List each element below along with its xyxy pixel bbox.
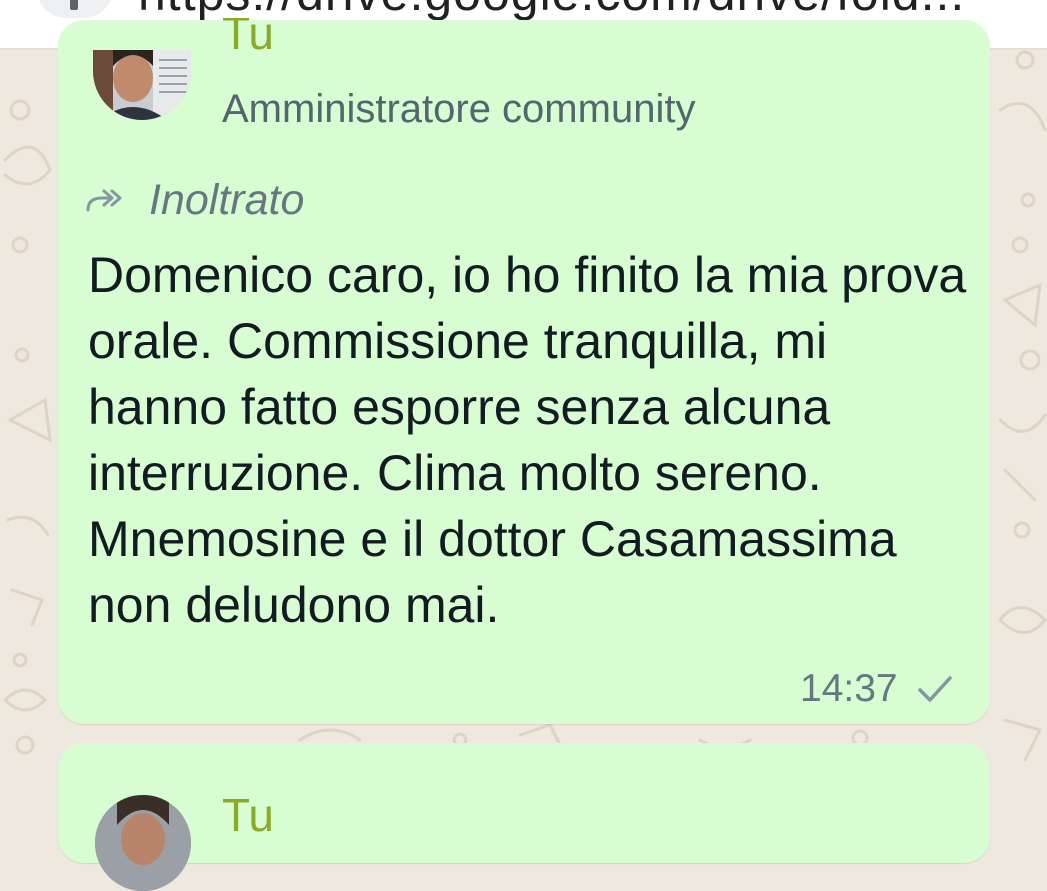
- forwarded-label: Inoltrato: [149, 176, 305, 224]
- message-bubble[interactable]: [58, 743, 990, 863]
- avatar[interactable]: [95, 795, 191, 891]
- single-check-icon: [918, 676, 952, 702]
- message-time: 14:37: [800, 667, 898, 710]
- forwarded-icon: [86, 189, 122, 212]
- message-text: Domenico caro, io ho finito la mia prova…: [88, 247, 967, 633]
- sender-role: Amministratore community: [222, 87, 696, 131]
- plus-icon: [70, 0, 78, 10]
- sender-name[interactable]: Tu: [222, 18, 274, 58]
- sender-name[interactable]: Tu: [222, 788, 274, 842]
- new-tab-button[interactable]: [36, 0, 114, 18]
